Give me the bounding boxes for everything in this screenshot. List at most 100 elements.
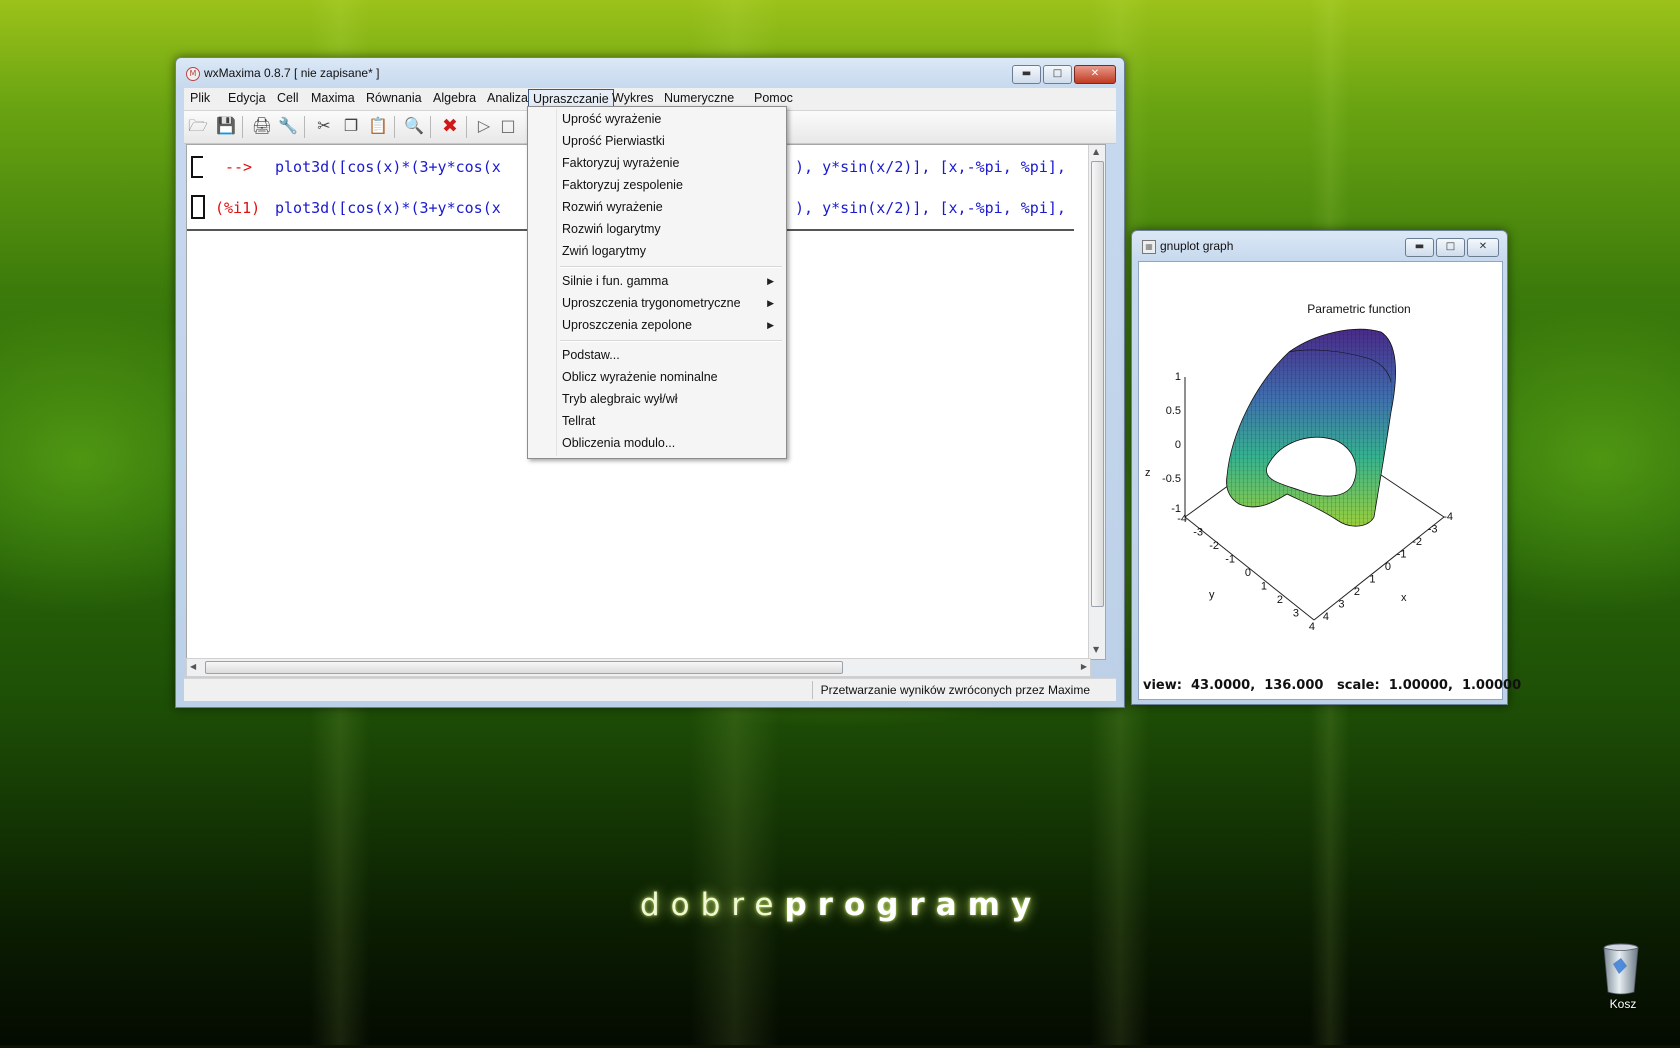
y-tick-label: -2 (1209, 540, 1219, 552)
maximize-button[interactable]: □ (1043, 65, 1072, 84)
submenu-arrow-icon: ▶ (767, 321, 774, 331)
menu-edycja[interactable]: Edycja (224, 91, 270, 105)
gnuplot-title: gnuplot graph (1160, 239, 1234, 253)
chart-title: Parametric function (1307, 302, 1410, 316)
output-code[interactable]: plot3d([cos(x)*(3+y*cos(x (275, 199, 501, 217)
y-tick-label: 1 (1261, 581, 1267, 593)
menu-item-faktoryzuj-wyrazenie[interactable]: Faktoryzuj wyrażenie (562, 156, 679, 170)
z-tick-label: 0 (1175, 439, 1181, 451)
input-code[interactable]: plot3d([cos(x)*(3+y*cos(x (275, 158, 501, 176)
interrupt-icon[interactable]: ✖ (438, 115, 462, 137)
x-tick-label: 0 (1385, 561, 1391, 573)
menu-algebra[interactable]: Algebra (429, 91, 480, 105)
z-tick-label: -0.5 (1162, 473, 1181, 485)
scroll-up-icon[interactable]: ▲ (1093, 147, 1099, 156)
menu-rownania[interactable]: Równania (362, 91, 426, 105)
menu-item-uproszczenia-zepolone[interactable]: Uproszczenia zepolone (562, 318, 692, 332)
horizontal-scroll-thumb[interactable] (205, 661, 843, 674)
scroll-left-icon[interactable]: ◀ (190, 662, 196, 671)
y-label: y (1209, 589, 1215, 601)
stop-icon[interactable]: □ (496, 115, 520, 137)
gnuplot-canvas[interactable]: Parametric function z y x 1 0.5 0 -0.5 -… (1138, 261, 1521, 700)
y-tick-label: 0 (1245, 567, 1251, 579)
y-tick-label: -4 (1177, 513, 1187, 525)
print-icon[interactable]: 🖨 (250, 115, 274, 137)
horizontal-scrollbar[interactable]: ◀ ▶ (186, 658, 1091, 677)
menu-cell[interactable]: Cell (273, 91, 303, 105)
menu-plik[interactable]: Plik (186, 91, 214, 105)
open-folder-icon[interactable]: 🗁 (186, 115, 210, 137)
copy-icon[interactable]: ❐ (339, 115, 363, 137)
menu-numeryczne[interactable]: Numeryczne (660, 91, 738, 105)
input-code-tail[interactable]: ), y*sin(x/2)], [x,-%pi, %pi], (795, 158, 1066, 176)
dobreprogramy-logo: dobreprogramy (640, 887, 1043, 923)
scroll-right-icon[interactable]: ▶ (1081, 662, 1087, 671)
output-code-tail[interactable]: ), y*sin(x/2)], [x,-%pi, %pi], (795, 199, 1066, 217)
x-tick-label: -3 (1428, 524, 1438, 536)
gnuplot-minimize-button[interactable]: ▬ (1405, 238, 1434, 257)
menu-item-rozwin-wyrazenie[interactable]: Rozwiń wyrażenie (562, 200, 663, 214)
x-tick-label: 2 (1354, 586, 1360, 598)
submenu-arrow-icon: ▶ (767, 299, 774, 309)
paste-icon[interactable]: 📋 (366, 115, 390, 137)
input-cell-bracket[interactable] (191, 156, 203, 178)
menu-pomoc[interactable]: Pomoc (750, 91, 797, 105)
status-text: Przetwarzanie wyników zwróconych przez M… (820, 683, 1090, 697)
menu-maxima[interactable]: Maxima (307, 91, 359, 105)
gnuplot-view-readout: view: 43.0000, 136.000 scale: 1.00000, 1… (1143, 678, 1522, 693)
menu-item-oblicz-nominalne[interactable]: Oblicz wyrażenie nominalne (562, 370, 718, 384)
gnuplot-maximize-button[interactable]: □ (1436, 238, 1465, 257)
x-tick-label: -2 (1412, 536, 1422, 548)
y-tick-label: 3 (1293, 608, 1299, 620)
submenu-arrow-icon: ▶ (767, 277, 774, 287)
menu-item-tellrat[interactable]: Tellrat (562, 414, 595, 428)
x-label: x (1401, 592, 1407, 604)
menu-item-uprosc-pierwiastki[interactable]: Uprość Pierwiastki (562, 134, 665, 148)
save-icon[interactable]: 💾 (214, 115, 238, 137)
recycle-bin-icon[interactable] (1601, 942, 1641, 996)
menu-item-uproszczenia-trygonometryczne[interactable]: Uproszczenia trygonometryczne (562, 296, 741, 310)
x-tick-label: -4 (1443, 511, 1453, 523)
close-button[interactable]: ✕ (1074, 65, 1116, 84)
input-prompt: --> (225, 158, 253, 176)
gnuplot-app-icon: ▦ (1142, 240, 1156, 254)
x-tick-label: 4 (1323, 611, 1329, 623)
scroll-down-icon[interactable]: ▼ (1093, 645, 1099, 654)
menu-item-podstaw[interactable]: Podstaw... (562, 348, 620, 362)
cut-icon[interactable]: ✂ (312, 115, 336, 137)
find-icon[interactable]: 🔍 (402, 115, 426, 137)
gnuplot-titlebar[interactable]: ▦ gnuplot graph ▬ □ ✕ (1132, 231, 1507, 261)
parametric-plot: Parametric function z y x 10.50-0.5-1-4-… (1145, 302, 1453, 633)
x-tick-label: 3 (1338, 599, 1344, 611)
parametric-surface (1226, 328, 1396, 527)
menu-item-faktoryzuj-zespolenie[interactable]: Faktoryzuj zespolenie (562, 178, 683, 192)
menu-item-zwin-logarytmy[interactable]: Zwiń logarytmy (562, 244, 646, 258)
y-tick-label: -3 (1193, 527, 1203, 539)
gnuplot-window: ▦ gnuplot graph ▬ □ ✕ Parametric functio… (1131, 230, 1521, 705)
x-tick-label: 1 (1369, 574, 1375, 586)
preferences-icon[interactable]: 🔧 (276, 115, 300, 137)
vertical-scroll-thumb[interactable] (1091, 161, 1104, 607)
z-tick-label: 1 (1175, 371, 1181, 383)
wxmaxima-titlebar[interactable]: M wxMaxima 0.8.7 [ nie zapisane* ] ▬ □ ✕ (176, 58, 1124, 88)
output-prompt: (%i1) (215, 199, 261, 217)
recycle-bin-label[interactable]: Kosz (1600, 997, 1646, 1011)
menu-analiza[interactable]: Analiza (483, 91, 532, 105)
menu-item-silnie-gamma[interactable]: Silnie i fun. gamma (562, 274, 668, 288)
menu-wykres[interactable]: Wykres (608, 91, 658, 105)
menu-item-rozwin-logarytmy[interactable]: Rozwiń logarytmy (562, 222, 661, 236)
output-cell-bracket[interactable] (191, 195, 205, 219)
z-label: z (1145, 467, 1151, 479)
wxmaxima-app-icon: M (186, 67, 200, 81)
vertical-scrollbar[interactable]: ▲ ▼ (1088, 145, 1105, 659)
menu-item-obliczenia-modulo[interactable]: Obliczenia modulo... (562, 436, 675, 450)
statusbar: Przetwarzanie wyników zwróconych przez M… (184, 678, 1116, 701)
run-icon[interactable]: ▷ (472, 115, 496, 137)
gnuplot-close-button[interactable]: ✕ (1467, 238, 1499, 257)
minimize-button[interactable]: ▬ (1012, 65, 1041, 84)
z-tick-label: 0.5 (1166, 405, 1181, 417)
wxmaxima-title: wxMaxima 0.8.7 [ nie zapisane* ] (204, 66, 380, 80)
y-tick-label: -1 (1225, 554, 1235, 566)
menu-item-uprosc-wyrazenie[interactable]: Uprość wyrażenie (562, 112, 661, 126)
menu-item-tryb-algebraic[interactable]: Tryb alegbraic wył/wł (562, 392, 678, 406)
